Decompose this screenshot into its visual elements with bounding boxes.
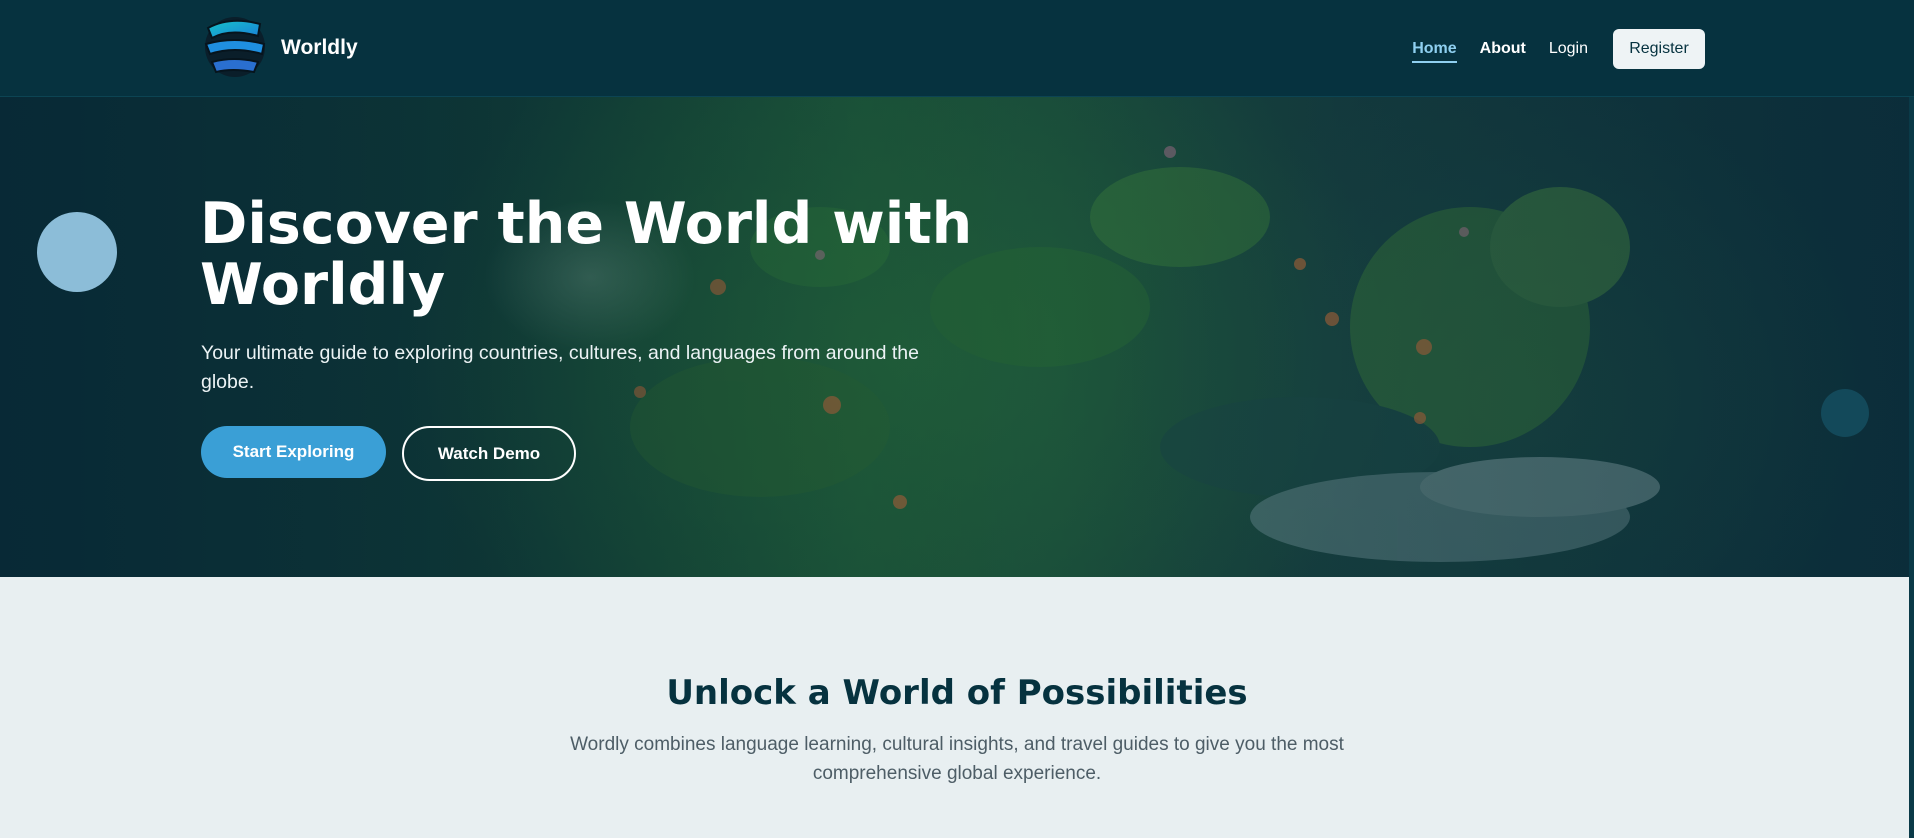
nav-login-link[interactable]: Login [1549,40,1588,58]
hero-subtitle: Your ultimate guide to exploring countri… [201,342,919,393]
hero-title: Discover the World with Worldly [200,191,973,318]
globe-logo-icon[interactable] [200,14,270,80]
main-nav: Home About Login Register [1412,0,1705,97]
decorative-circle-large [37,212,117,292]
hero-section: Discover the World with Worldly Your ult… [0,97,1914,577]
features-subtitle: Wordly combines language learning, cultu… [570,734,1344,784]
nav-about-link[interactable]: About [1480,40,1526,58]
features-section: Unlock a World of Possibilities Wordly c… [0,577,1914,838]
decorative-circle-small [1821,389,1869,437]
features-title: Unlock a World of Possibilities [666,673,1248,713]
watch-demo-button[interactable]: Watch Demo [402,426,576,481]
scrollbar-edge[interactable] [1909,0,1914,838]
start-exploring-button[interactable]: Start Exploring [201,426,386,478]
hero-overlay [0,97,1914,577]
register-button[interactable]: Register [1613,28,1705,69]
brand-name[interactable]: Worldly [281,36,358,60]
top-navbar: Worldly Home About Login Register [0,0,1914,97]
nav-home-link[interactable]: Home [1412,40,1457,63]
